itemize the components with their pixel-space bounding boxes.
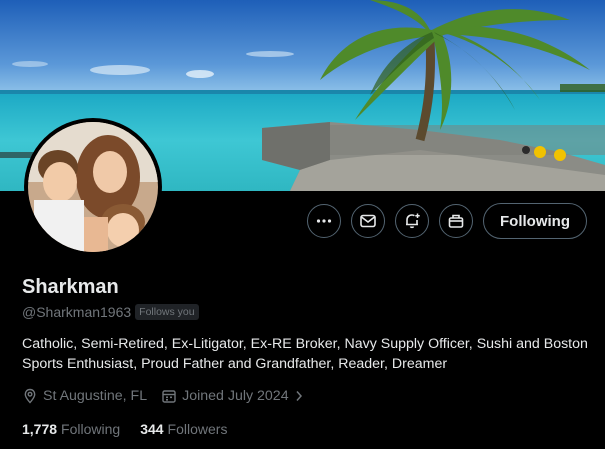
subscribe-button[interactable] bbox=[439, 204, 473, 238]
following-button[interactable]: Following bbox=[483, 203, 587, 239]
handle-row: @Sharkman1963 Follows you bbox=[22, 304, 199, 320]
location-item: St Augustine, FL bbox=[22, 388, 147, 404]
joined-text: Joined July 2024 bbox=[182, 388, 289, 404]
following-stat[interactable]: 1,778 Following bbox=[22, 421, 120, 437]
follow-stats: 1,778 Following 344 Followers bbox=[22, 421, 247, 437]
location-text: St Augustine, FL bbox=[43, 388, 148, 404]
message-icon bbox=[360, 214, 376, 228]
joined-item[interactable]: Joined July 2024 bbox=[161, 388, 303, 404]
following-count: 1,778 bbox=[22, 421, 58, 437]
subscribe-gift-icon bbox=[448, 214, 464, 228]
notify-button[interactable] bbox=[395, 204, 429, 238]
following-label: Following bbox=[61, 421, 121, 437]
chevron-right-icon bbox=[296, 391, 302, 401]
followers-label: Followers bbox=[167, 421, 228, 437]
more-button[interactable] bbox=[307, 204, 341, 238]
profile-actions: Following bbox=[307, 203, 587, 239]
more-icon bbox=[316, 219, 332, 223]
profile-name: Sharkman bbox=[22, 276, 119, 298]
message-button[interactable] bbox=[351, 204, 385, 238]
follows-you-badge: Follows you bbox=[135, 304, 199, 320]
followers-count: 344 bbox=[140, 421, 164, 437]
followers-stat[interactable]: 344 Followers bbox=[140, 421, 227, 437]
profile-bio: Catholic, Semi-Retired, Ex-Litigator, Ex… bbox=[22, 336, 588, 372]
location-pin-icon bbox=[24, 388, 36, 404]
profile-meta: St Augustine, FL Joined July 2024 bbox=[22, 388, 318, 404]
notify-bell-icon bbox=[406, 213, 420, 229]
avatar[interactable] bbox=[24, 118, 162, 256]
profile-handle: @Sharkman1963 bbox=[22, 304, 132, 320]
avatar-photo bbox=[28, 122, 158, 252]
calendar-icon bbox=[162, 390, 176, 403]
